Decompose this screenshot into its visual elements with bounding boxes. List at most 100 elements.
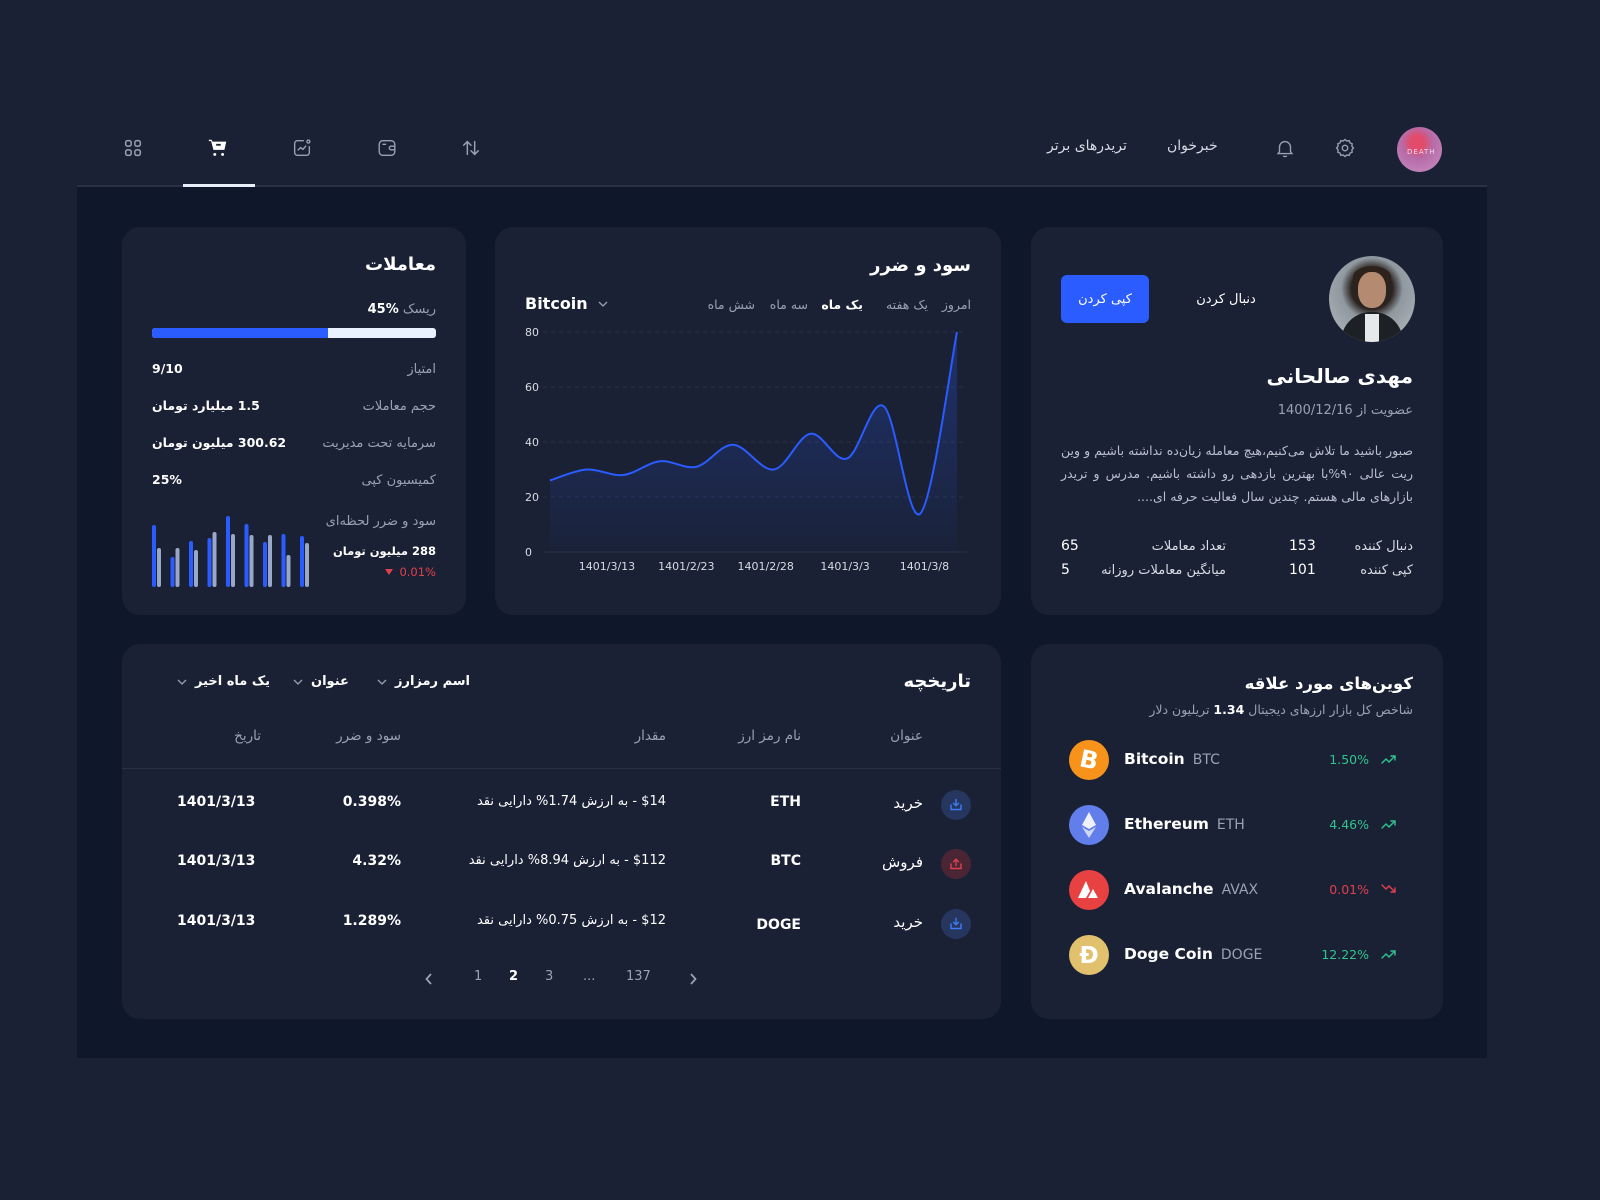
col-symbol[interactable]: نام رمز ارز (738, 728, 801, 744)
x-tick-label: 1401/2/23 (658, 560, 714, 573)
trade-symbol: ETH (770, 794, 801, 810)
y-tick-label: 80 (525, 326, 539, 339)
trade-pnl: 4.32% (352, 853, 401, 869)
col-pnl[interactable]: سود و ضرر (336, 728, 401, 744)
coin-list-item[interactable]: Avalanche AVAX 0.01% (1069, 870, 1409, 914)
gear-icon[interactable] (1325, 128, 1365, 168)
trades-count: 65 (1061, 538, 1079, 554)
chevron-left-icon[interactable] (425, 973, 433, 985)
mini-bar-primary (263, 542, 267, 587)
coin-change: 12.22% (1321, 947, 1369, 962)
filter-date-range[interactable]: یک ماه اخیر (177, 674, 270, 689)
sell-icon (941, 849, 971, 879)
mini-bar-primary (300, 536, 304, 587)
asset-select-value: Bitcoin (525, 294, 588, 313)
trades-title: معاملات (365, 254, 436, 275)
instant-pnl-change: 0.01% (385, 565, 436, 579)
mini-bar-secondary (249, 535, 254, 587)
coin-list-item[interactable]: Đ Doge Coin DOGE 12.22% (1069, 935, 1409, 979)
trades-card: معاملات ریسک %45 امتیاز 9/10 حجم معاملات… (122, 227, 466, 615)
page-1[interactable]: 1 (474, 969, 482, 984)
wallet-icon[interactable] (367, 128, 407, 168)
trader-name: مهدی صالحانی (1266, 364, 1413, 388)
x-tick-label: 1401/2/28 (738, 560, 794, 573)
trade-date: 1401/3/13 (177, 853, 256, 869)
asset-select[interactable]: Bitcoin (525, 294, 608, 313)
news-feed-link[interactable]: خبرخوان (1167, 138, 1218, 154)
page-2[interactable]: 2 (509, 969, 518, 984)
coin-list-item[interactable]: B Bitcoin BTC 1.50% (1069, 740, 1409, 784)
swap-arrows-icon[interactable] (451, 128, 491, 168)
coin-change: 4.46% (1329, 817, 1369, 832)
apps-grid-icon[interactable] (113, 128, 153, 168)
tab-month[interactable]: یک ماه (821, 297, 863, 312)
trend-up-icon (1381, 820, 1396, 829)
mini-bar-primary (189, 541, 193, 587)
coin-name: Ethereum ETH (1124, 815, 1245, 833)
col-title[interactable]: عنوان (890, 728, 923, 744)
cart-icon[interactable] (198, 128, 238, 168)
col-date[interactable]: تاریخ (234, 728, 261, 744)
commission-label: کمیسیون کپی (361, 473, 437, 488)
x-tick-label: 1401/3/3 (820, 560, 869, 573)
tab-today[interactable]: امروز (942, 297, 971, 312)
filter-title[interactable]: عنوان (293, 674, 349, 689)
pnl-line-chart: 0 20 40 60 80 1401/3/13 1401/2/23 1401/2/28 1401… (525, 326, 967, 573)
coin-change: 1.50% (1329, 752, 1369, 767)
profile-card: کپی کردن دنبال کردن مهدی صالحانی عضویت ا… (1031, 227, 1443, 615)
tab-week[interactable]: یک هفته (886, 297, 928, 312)
mini-bar-primary (207, 538, 212, 587)
risk-progress-bar (152, 328, 436, 338)
history-card: تاریخچه اسم رمزارز عنوان یک ماه اخیر عنو… (122, 644, 1001, 1019)
risk-value: %45 (367, 302, 399, 317)
mini-bar-primary (281, 534, 286, 587)
member-since: عضویت از 1400/12/16 (1278, 403, 1413, 418)
coin-name: Avalanche AVAX (1124, 880, 1258, 898)
active-tab-indicator (183, 184, 255, 187)
instant-pnl-value: 288 میلیون تومان (332, 544, 436, 558)
coin-name: Doge Coin DOGE (1124, 945, 1262, 963)
trade-amount: $12 - به ارزش 0.75% دارایی نقد (476, 913, 666, 928)
doge-coin-logo-icon: Đ (1069, 935, 1109, 975)
col-amount[interactable]: مقدار (635, 728, 666, 744)
page-3[interactable]: 3 (545, 969, 553, 984)
table-header-divider (122, 768, 1001, 769)
filter-crypto-name[interactable]: اسم رمزارز (377, 674, 470, 689)
coin-symbol: AVAX (1221, 882, 1259, 898)
member-since-label: عضویت از (1356, 403, 1413, 418)
favorites-title: کوین‌های مورد علاقه (1244, 674, 1413, 693)
pnl-chart-title: سود و ضرر (870, 255, 971, 276)
top-traders-link[interactable]: تریدرهای برتر (1047, 138, 1127, 154)
risk-indicator: ریسک %45 (368, 302, 436, 317)
avalanche-logo-icon (1069, 870, 1109, 910)
tab-six-months[interactable]: شش ماه (708, 297, 755, 312)
trade-amount: $14 - به ارزش 1.74% دارایی نقد (476, 794, 666, 809)
market-index-label: شاخص کل بازار ارزهای دیجیتال (1248, 702, 1413, 717)
analytics-icon[interactable] (282, 128, 322, 168)
profile-avatar (1329, 256, 1415, 342)
coin-name-text: Bitcoin (1124, 750, 1185, 768)
chevron-right-icon[interactable] (689, 973, 697, 985)
follow-button[interactable]: دنبال کردن (1166, 275, 1286, 323)
filter-crypto-name-label: اسم رمزارز (395, 674, 471, 689)
bitcoin-logo-icon: B (1069, 740, 1109, 780)
tab-three-months[interactable]: سه ماه (770, 297, 808, 312)
followers-label: دنبال کننده (1354, 539, 1413, 554)
daily-avg-value: 5 (1061, 562, 1070, 578)
trade-amount: $112 - به ارزش 8.94% دارایی نقد (468, 853, 666, 868)
mini-bar-primary (244, 524, 249, 587)
trade-date: 1401/3/13 (177, 913, 256, 929)
bell-icon[interactable] (1265, 128, 1305, 168)
coin-list-item[interactable]: Ethereum ETH 4.46% (1069, 805, 1409, 849)
copy-trader-button[interactable]: کپی کردن (1061, 275, 1149, 323)
volume-label: حجم معاملات (362, 399, 436, 414)
top-navigation-bar: تریدرهای برتر خبرخوان DEATH (77, 110, 1487, 187)
trade-pnl: 0.398% (342, 794, 401, 810)
followers-count: 153 (1289, 538, 1316, 554)
commission-value: 25% (152, 472, 182, 487)
page-137[interactable]: 137 (626, 969, 651, 984)
x-tick-label: 1401/3/13 (579, 560, 635, 573)
market-index-unit: تریلیون دلار (1149, 702, 1210, 717)
user-avatar[interactable]: DEATH (1397, 127, 1442, 172)
mini-bar-secondary (194, 550, 198, 587)
